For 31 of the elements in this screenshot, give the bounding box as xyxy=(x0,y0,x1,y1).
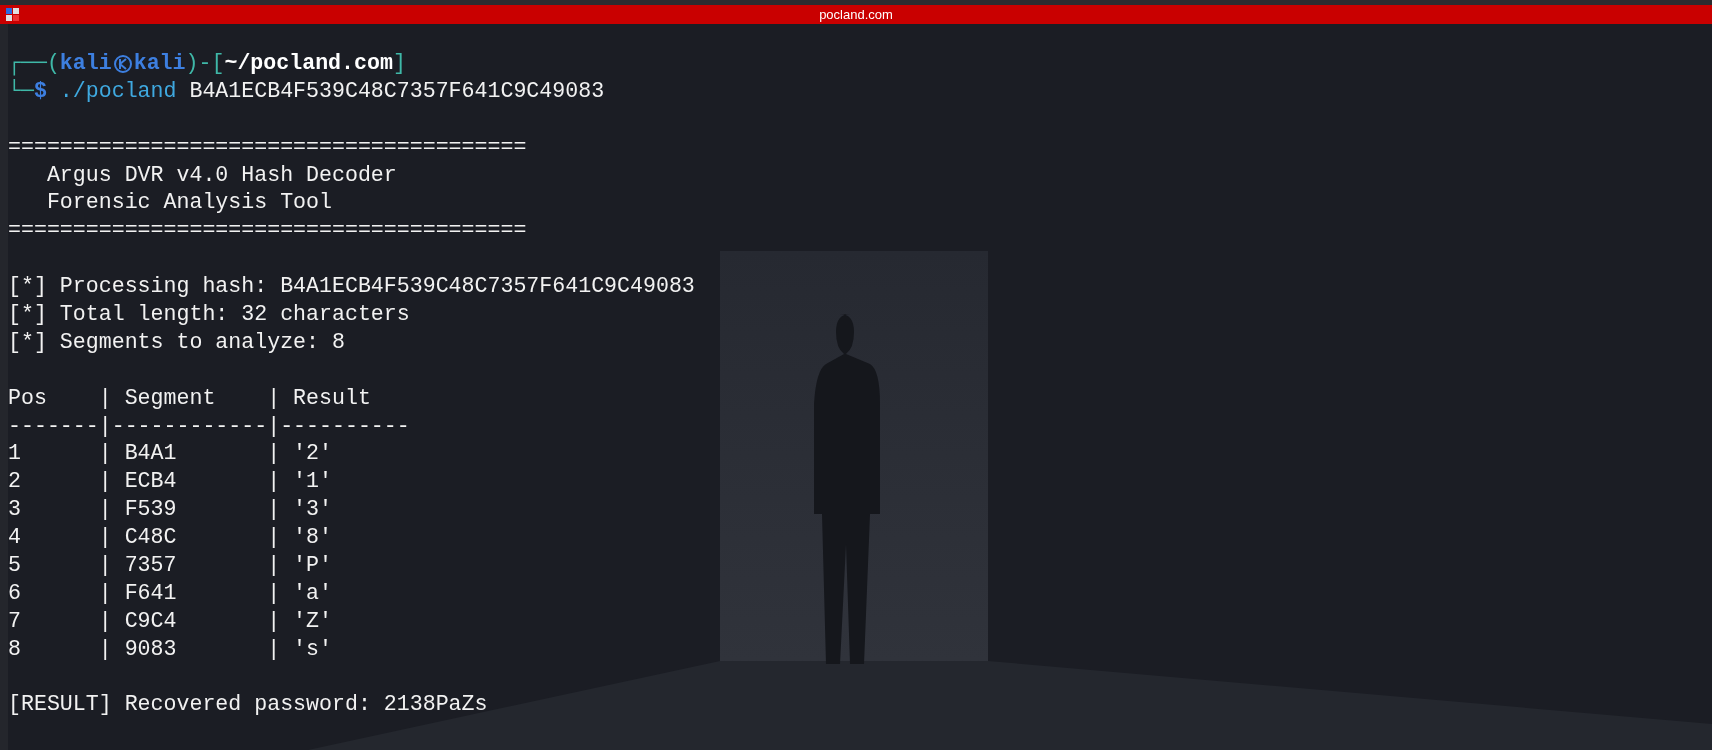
window-icon xyxy=(6,8,20,22)
output-line: 5 | 7357 | 'P' xyxy=(8,552,332,580)
window-title: pocland.com xyxy=(819,6,893,24)
output-line: 4 | C48C | '8' xyxy=(8,524,332,552)
prompt-user: $ xyxy=(33,77,47,105)
prompt-frame: ┌──( xyxy=(8,50,60,78)
output-line: 3 | F539 | '3' xyxy=(8,496,332,524)
prompt-frame: )-[ xyxy=(185,50,225,78)
prompt-path: ~/pocland.com xyxy=(224,50,393,77)
output-line: [*] Total length: 32 characters xyxy=(8,301,410,328)
command-text: ./pocland xyxy=(58,77,177,105)
prompt-frame: ] xyxy=(392,50,406,78)
circled-symbol-icon xyxy=(112,53,133,74)
output-line: [RESULT] Recovered password: 2138PaZs xyxy=(8,691,488,719)
output-line: 8 | 9083 | 's' xyxy=(8,635,332,663)
output-line: [*] Segments to analyze: 8 xyxy=(8,328,345,356)
output-line: ======================================== xyxy=(8,217,527,245)
output-line: Argus DVR v4.0 Hash Decoder xyxy=(45,161,397,189)
prompt-user: kali xyxy=(59,50,112,77)
output-line: 2 | ECB4 | '1' xyxy=(8,468,332,496)
output-line: Pos | Segment | Result xyxy=(8,384,371,412)
output-line: 1 | B4A1 | '2' xyxy=(8,440,332,468)
output-line: Forensic Analysis Tool xyxy=(45,189,332,217)
output-line: [*] Processing hash: B4A1ECB4F539C48C7357F641C9C49083 xyxy=(8,273,695,301)
output-line: ======================================== xyxy=(8,133,527,161)
prompt-frame: └─ xyxy=(8,77,34,106)
output-line: 7 | C9C4 | 'Z' xyxy=(8,607,332,635)
output-line: -------|------------|---------- xyxy=(8,412,410,440)
output-line: 6 | F641 | 'a' xyxy=(8,579,332,607)
command-argument: B4A1ECB4F539C48C7357F641C9C49083 xyxy=(188,77,605,105)
prompt-user: kali xyxy=(133,50,186,77)
